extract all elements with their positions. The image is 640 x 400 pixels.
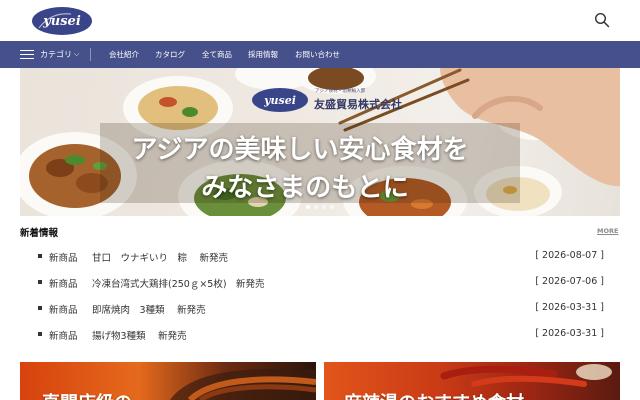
news-item[interactable]: 新商品 甘口 ウナギいり 粽 新発売 [ 2026-08-07 ] bbox=[38, 249, 604, 264]
slider-dot[interactable] bbox=[330, 205, 334, 209]
nav-link-company[interactable]: 会社紹介 bbox=[109, 41, 139, 68]
bullet-icon bbox=[38, 280, 42, 284]
main-nav: カテゴリ ⌵ 会社紹介 カタログ 全て商品 採用情報 お問い合わせ bbox=[0, 41, 640, 68]
hamburger-icon bbox=[20, 50, 34, 59]
yusei-logo[interactable]: yusei bbox=[31, 6, 93, 36]
news-category: 新商品 bbox=[49, 279, 78, 290]
banner-text: 直間店級の bbox=[42, 389, 132, 400]
news-heading: 新着情報 bbox=[20, 228, 59, 239]
category-menu-button[interactable]: カテゴリ ⌵ bbox=[20, 41, 79, 68]
bullet-icon bbox=[38, 332, 42, 336]
news-more-link[interactable]: MORE bbox=[597, 227, 618, 235]
slider-dot[interactable] bbox=[314, 205, 318, 209]
news-item[interactable]: 新商品 揚げ物3種類 新発売 [ 2026-03-31 ] bbox=[38, 327, 604, 342]
hero-headline-2: みなさまのもとに bbox=[201, 173, 409, 203]
news-item[interactable]: 新商品 即席焼肉 3種類 新発売 [ 2026-03-31 ] bbox=[38, 301, 604, 316]
hero-slider[interactable]: yusei アジア食材・酒類輸入卸 友盛貿易株式会社 アジアの美味しい安心食材を… bbox=[20, 68, 620, 216]
search-icon[interactable] bbox=[594, 12, 610, 28]
site-header: yusei bbox=[0, 0, 640, 41]
banner-text: 麻辣湯のおすすめ食材 bbox=[344, 389, 524, 400]
slider-dot[interactable] bbox=[322, 205, 326, 209]
promo-banner-malatang[interactable]: 麻辣湯のおすすめ食材 bbox=[324, 362, 620, 400]
news-item[interactable]: 新商品 冷凍台湾式大鶏排(250ｇ×5枚) 新発売 [ 2026-07-06 ] bbox=[38, 275, 604, 290]
logo-text: yusei bbox=[42, 14, 81, 29]
nav-link-all-products[interactable]: 全て商品 bbox=[202, 41, 232, 68]
chevron-down-icon: ⌵ bbox=[74, 50, 80, 58]
category-label: カテゴリ bbox=[40, 50, 72, 59]
slider-dot[interactable] bbox=[306, 205, 310, 209]
news-date: [ 2026-08-07 ] bbox=[535, 250, 604, 261]
news-date: [ 2026-03-31 ] bbox=[535, 328, 604, 339]
news-category: 新商品 bbox=[49, 253, 78, 264]
hero-headline-1: アジアの美味しい安心食材を bbox=[131, 135, 469, 165]
bullet-icon bbox=[38, 254, 42, 258]
hero-company-name: 友盛貿易株式会社 bbox=[314, 98, 402, 111]
slider-dots bbox=[306, 205, 334, 209]
nav-link-catalog[interactable]: カタログ bbox=[155, 41, 185, 68]
nav-divider bbox=[90, 48, 91, 61]
news-date: [ 2026-07-06 ] bbox=[535, 276, 604, 287]
news-title[interactable]: 揚げ物3種類 新発売 bbox=[92, 328, 187, 342]
promo-banner-grill[interactable]: 直間店級の bbox=[20, 362, 316, 400]
news-title[interactable]: 即席焼肉 3種類 新発売 bbox=[92, 302, 206, 316]
news-date: [ 2026-03-31 ] bbox=[535, 302, 604, 313]
nav-link-recruit[interactable]: 採用情報 bbox=[248, 41, 278, 68]
hero-logo-text: yusei bbox=[263, 94, 296, 107]
bullet-icon bbox=[38, 306, 42, 310]
hero-tagline: アジア食材・酒類輸入卸 bbox=[315, 89, 366, 94]
news-category: 新商品 bbox=[49, 331, 78, 342]
news-title[interactable]: 甘口 ウナギいり 粽 新発売 bbox=[92, 250, 228, 264]
news-category: 新商品 bbox=[49, 305, 78, 316]
nav-link-contact[interactable]: お問い合わせ bbox=[295, 41, 340, 68]
hero-yusei-logo: yusei bbox=[252, 88, 308, 112]
news-title[interactable]: 冷凍台湾式大鶏排(250ｇ×5枚) 新発売 bbox=[92, 276, 265, 290]
